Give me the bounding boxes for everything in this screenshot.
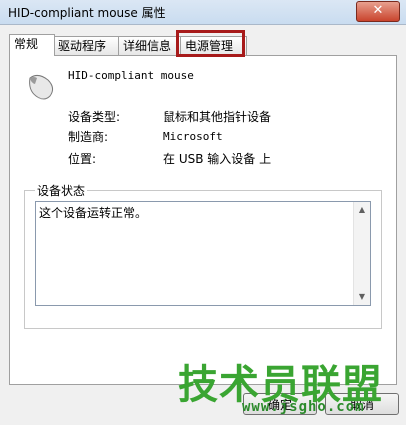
location-label: 位置: bbox=[68, 152, 97, 166]
status-scrollbar[interactable]: ▲ ▼ bbox=[353, 202, 370, 305]
tab-driver[interactable]: 驱动程序 bbox=[53, 36, 122, 55]
device-name: HID-compliant mouse bbox=[68, 69, 194, 82]
scroll-down-icon[interactable]: ▼ bbox=[354, 289, 370, 305]
device-status-text: 这个设备运转正常。 bbox=[39, 206, 148, 220]
manufacturer-value: Microsoft bbox=[163, 130, 223, 143]
title-bar: HID-compliant mouse 属性 ✕ bbox=[0, 0, 406, 25]
tab-general[interactable]: 常规 bbox=[9, 34, 55, 56]
close-button[interactable]: ✕ bbox=[356, 1, 400, 22]
watermark-url: www.jsgho.com bbox=[242, 399, 365, 415]
device-type-label: 设备类型: bbox=[68, 110, 121, 124]
device-status-title: 设备状态 bbox=[35, 182, 88, 199]
window-title: HID-compliant mouse 属性 bbox=[8, 6, 166, 20]
tab-details[interactable]: 详细信息 bbox=[118, 36, 185, 55]
device-type-value: 鼠标和其他指针设备 bbox=[163, 110, 272, 124]
power-management-highlight-box bbox=[176, 30, 245, 57]
mouse-icon bbox=[29, 74, 54, 100]
device-status-textbox[interactable]: 这个设备运转正常。 ▲ ▼ bbox=[35, 201, 371, 306]
scroll-up-icon[interactable]: ▲ bbox=[354, 202, 370, 218]
device-status-group: 设备状态 这个设备运转正常。 ▲ ▼ bbox=[24, 182, 382, 329]
general-tab-panel: HID-compliant mouse 设备类型: 鼠标和其他指针设备 制造商:… bbox=[9, 55, 397, 385]
manufacturer-label: 制造商: bbox=[68, 130, 109, 144]
location-value: 在 USB 输入设备 上 bbox=[163, 152, 272, 166]
